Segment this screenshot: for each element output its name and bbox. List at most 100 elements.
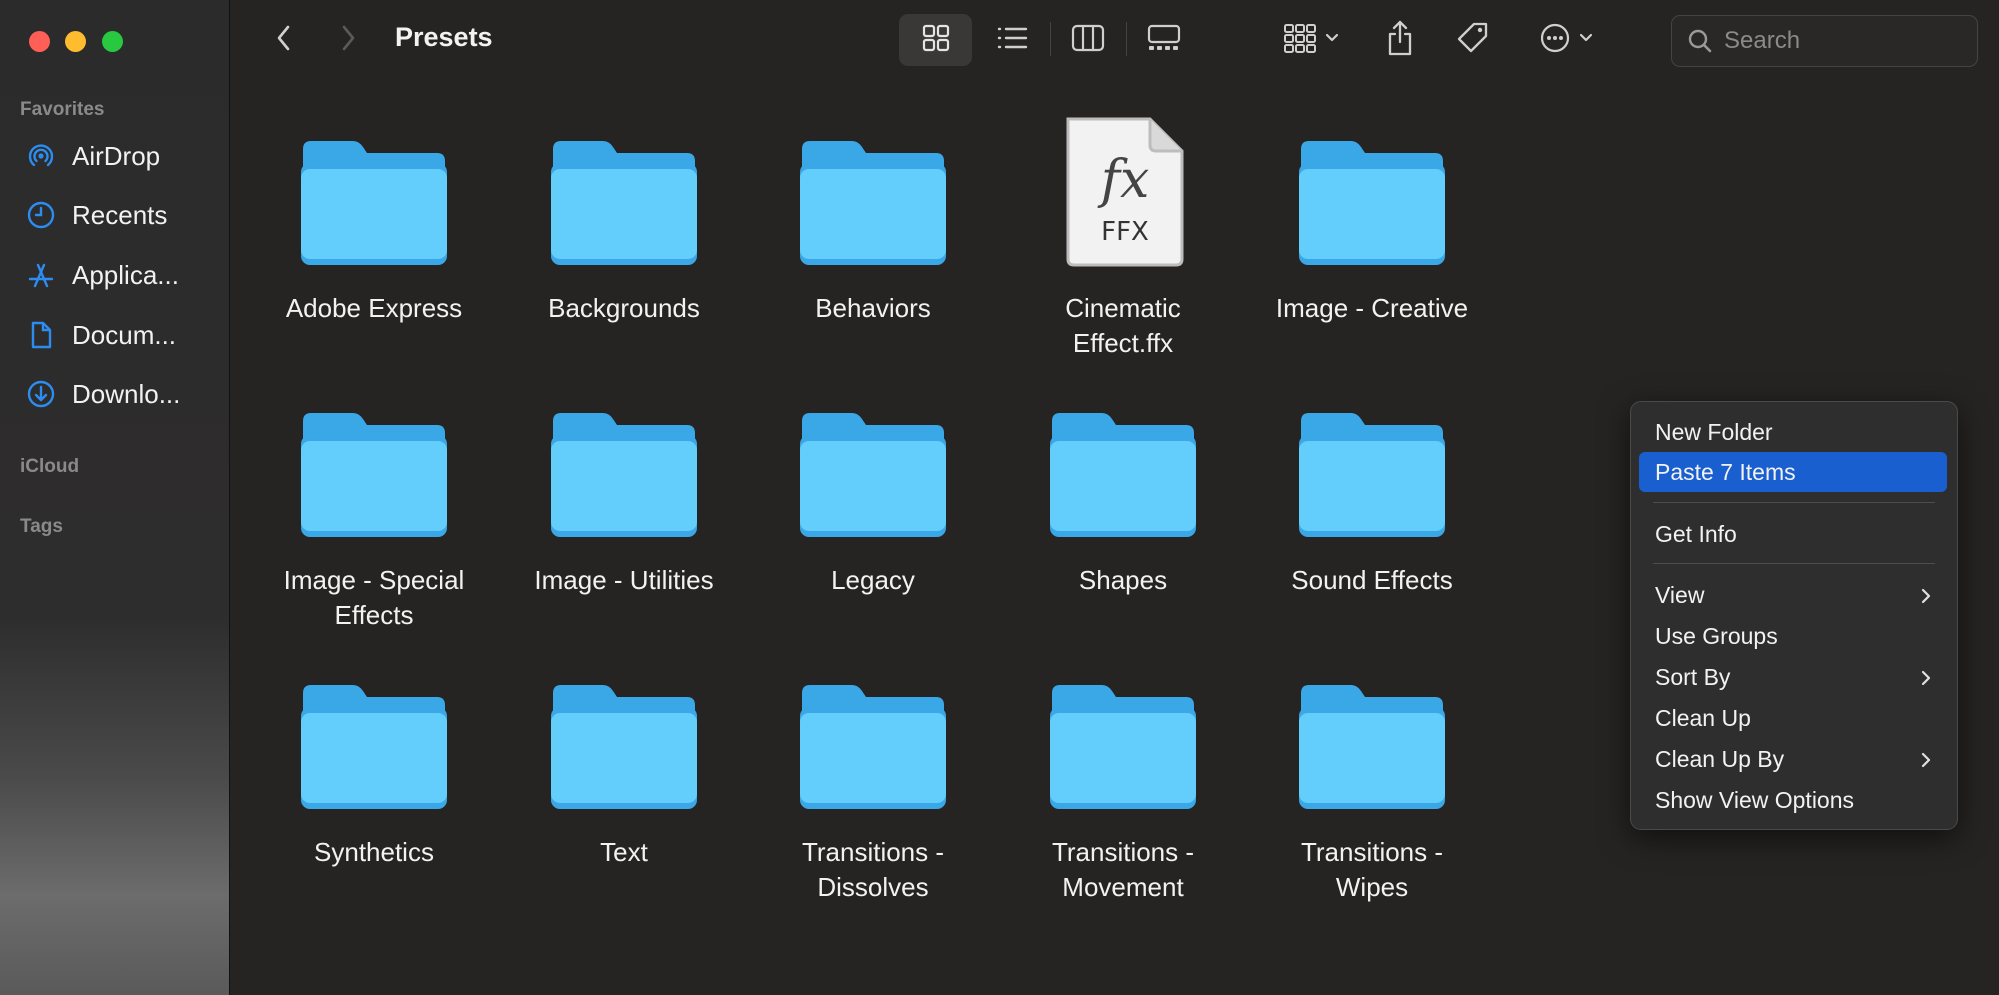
menu-item-label: Use Groups <box>1655 622 1778 649</box>
folder-item[interactable]: Synthetics <box>254 663 494 870</box>
folder-icon <box>294 119 454 269</box>
folder-icon <box>793 391 953 541</box>
file-name: Synthetics <box>314 837 434 867</box>
sidebar-item-documents[interactable]: Docum... <box>24 315 176 355</box>
file-name: Image - Creative <box>1275 293 1469 323</box>
folder-icon <box>294 663 454 813</box>
folder-icon <box>1292 663 1452 813</box>
document-icon <box>24 318 58 352</box>
sidebar-item-applications[interactable]: Applica... <box>24 255 179 295</box>
folder-icon <box>1292 119 1452 269</box>
folder-item[interactable]: Backgrounds <box>504 119 744 326</box>
sidebar: Favorites AirDrop Recents Applica... Doc… <box>0 0 230 995</box>
ffx-file-icon: fx FFX <box>1043 117 1203 269</box>
folder-item[interactable]: Behaviors <box>753 119 993 326</box>
folder-item[interactable]: Transitions - Movement <box>1003 663 1243 905</box>
finder-window: Favorites AirDrop Recents Applica... Doc… <box>0 0 1999 995</box>
menu-item-label: View <box>1655 581 1705 608</box>
chevron-right-icon <box>1919 585 1933 612</box>
icon-view-icon <box>920 22 952 59</box>
file-name: Backgrounds <box>548 293 700 323</box>
folder-item[interactable]: Adobe Express <box>254 119 494 326</box>
file-name: Legacy <box>831 565 915 595</box>
file-name: Cinematic Effect.ffx <box>1065 293 1181 358</box>
folder-item[interactable]: Image - Utilities <box>504 391 744 598</box>
menu-item-clean-up-by[interactable]: Clean Up By <box>1639 739 1947 779</box>
zoom-window-button[interactable] <box>102 31 123 52</box>
file-name: Image - Special Effects <box>283 565 465 630</box>
menu-item-sort-by[interactable]: Sort By <box>1639 657 1947 697</box>
ffx-badge-text: FFX <box>1101 217 1149 247</box>
sidebar-item-label: Downlo... <box>72 378 181 409</box>
download-icon <box>24 377 58 411</box>
chevron-down-icon <box>1578 31 1594 49</box>
window-title: Presets <box>395 22 493 52</box>
file-name: Transitions - Dissolves <box>801 837 945 902</box>
search-input[interactable] <box>1722 26 1966 56</box>
sidebar-section-tags[interactable]: Tags <box>20 516 63 538</box>
more-icon <box>1538 21 1572 60</box>
gallery-view-button[interactable] <box>1136 14 1192 66</box>
file-name: Behaviors <box>815 293 931 323</box>
folder-item[interactable]: Transitions - Wipes <box>1252 663 1492 905</box>
sidebar-item-recents[interactable]: Recents <box>24 195 167 235</box>
search-icon <box>1686 27 1714 55</box>
folder-item[interactable]: Transitions - Dissolves <box>753 663 993 905</box>
folder-item[interactable]: Legacy <box>753 391 993 598</box>
menu-item-label: Show View Options <box>1655 786 1855 813</box>
tag-button[interactable] <box>1449 14 1497 66</box>
folder-icon <box>544 391 704 541</box>
menu-item-label: Get Info <box>1655 520 1737 547</box>
forward-button[interactable] <box>333 20 363 60</box>
folder-item[interactable]: Text <box>504 663 744 870</box>
folder-icon <box>1292 391 1452 541</box>
close-window-button[interactable] <box>29 31 50 52</box>
folder-item[interactable]: Image - Creative <box>1252 119 1492 326</box>
search-field[interactable] <box>1671 15 1978 67</box>
file-name: Text <box>600 837 648 867</box>
menu-item-paste-items[interactable]: Paste 7 Items <box>1639 452 1947 492</box>
folder-item[interactable]: Sound Effects <box>1252 391 1492 598</box>
list-view-button[interactable] <box>984 14 1040 66</box>
share-icon <box>1384 19 1416 62</box>
sidebar-section-icloud[interactable]: iCloud <box>20 456 79 478</box>
chevron-right-icon <box>1919 667 1933 694</box>
ffx-badge-symbol: fx <box>1097 150 1150 210</box>
menu-item-label: Sort By <box>1655 663 1731 690</box>
clock-icon <box>24 198 58 232</box>
folder-item[interactable]: Shapes <box>1003 391 1243 598</box>
menu-item-show-view-options[interactable]: Show View Options <box>1639 780 1947 820</box>
file-name: Transitions - Movement <box>1051 837 1195 902</box>
sidebar-item-airdrop[interactable]: AirDrop <box>24 136 160 176</box>
menu-item-label: Clean Up <box>1655 704 1751 731</box>
icon-view-button[interactable] <box>899 14 972 66</box>
minimize-window-button[interactable] <box>65 31 86 52</box>
folder-item[interactable]: Image - Special Effects <box>254 391 494 633</box>
file-item[interactable]: fx FFX Cinematic Effect.ffx <box>1003 117 1243 361</box>
tag-icon <box>1455 20 1491 61</box>
menu-item-use-groups[interactable]: Use Groups <box>1639 616 1947 656</box>
group-button[interactable] <box>1274 14 1348 66</box>
file-name: Transitions - Wipes <box>1300 837 1444 902</box>
folder-icon <box>1043 391 1203 541</box>
folder-icon <box>793 663 953 813</box>
back-button[interactable] <box>269 20 299 60</box>
toolbar-divider <box>1126 22 1127 56</box>
sidebar-item-label: Recents <box>72 199 168 230</box>
context-menu: New Folder Paste 7 Items Get Info View U… <box>1630 401 1958 830</box>
chevron-right-icon <box>1919 749 1933 776</box>
menu-item-new-folder[interactable]: New Folder <box>1639 412 1947 452</box>
share-button[interactable] <box>1377 14 1423 66</box>
applications-icon <box>24 258 58 292</box>
folder-icon <box>544 663 704 813</box>
menu-item-label: New Folder <box>1655 418 1773 445</box>
more-actions-button[interactable] <box>1530 14 1602 66</box>
sidebar-item-downloads[interactable]: Downlo... <box>24 374 180 414</box>
file-name: Adobe Express <box>285 293 463 323</box>
folder-icon <box>793 119 953 269</box>
menu-item-view[interactable]: View <box>1639 575 1947 615</box>
menu-item-get-info[interactable]: Get Info <box>1639 514 1947 554</box>
column-view-button[interactable] <box>1060 14 1116 66</box>
menu-item-clean-up[interactable]: Clean Up <box>1639 698 1947 738</box>
list-view-icon <box>995 23 1029 58</box>
